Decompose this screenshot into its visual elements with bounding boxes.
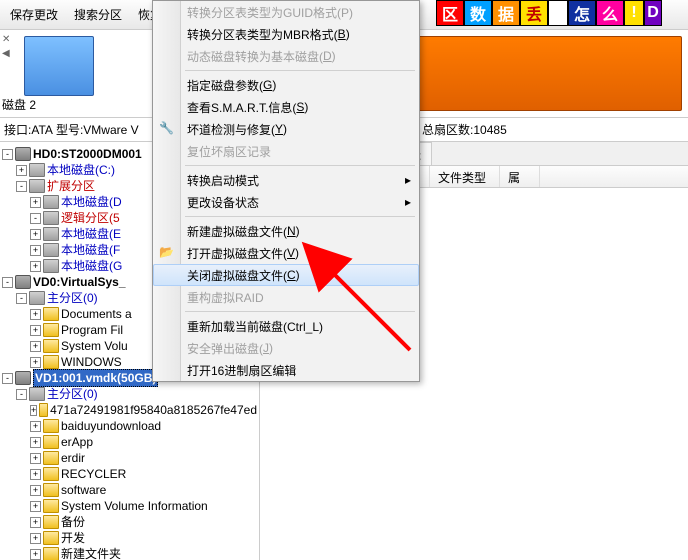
cb-6: 么 (596, 0, 624, 26)
tree-backup[interactable]: 备份 (61, 514, 85, 530)
folder-icon (39, 403, 48, 417)
hdd-icon (15, 275, 31, 289)
open-icon: 📂 (159, 245, 175, 261)
folder-icon (43, 419, 59, 433)
mi-guid: 转换分区表类型为GUID格式(P) (153, 1, 419, 23)
stat-total: 总扇区数:10485 (422, 121, 507, 138)
drive-icon (29, 291, 45, 305)
context-menu: 转换分区表类型为GUID格式(P) 转换分区表类型为MBR格式(B) 动态磁盘转… (152, 0, 420, 382)
tree-dev[interactable]: 开发 (61, 530, 85, 546)
mi-closevd[interactable]: 关闭虚拟磁盘文件(C) (153, 264, 419, 286)
folder-icon (43, 531, 59, 545)
cb-2: 据 (492, 0, 520, 26)
drive-icon (29, 387, 45, 401)
mi-mbr[interactable]: 转换分区表类型为MBR格式(B) (153, 23, 419, 45)
folder-icon (43, 483, 59, 497)
tree-baidu[interactable]: baiduyundownload (61, 418, 161, 434)
tree-vd0-main[interactable]: 主分区(0) (47, 290, 98, 306)
tree-docs[interactable]: Documents a (61, 306, 132, 322)
tree-recy[interactable]: RECYCLER (61, 466, 126, 482)
tree-vd1-main[interactable]: 主分区(0) (47, 386, 98, 402)
drive-icon (29, 179, 45, 193)
folder-icon (43, 467, 59, 481)
mi-params[interactable]: 指定磁盘参数(G) (153, 74, 419, 96)
mi-dyn2basic: 动态磁盘转换为基本磁盘(D) (153, 45, 419, 67)
folder-icon (43, 547, 59, 560)
tree-erdir[interactable]: erdir (61, 450, 85, 466)
tree-hd0-f[interactable]: 本地磁盘(F (61, 242, 120, 258)
hdd-icon (15, 371, 31, 385)
tree-prog[interactable]: Program Fil (61, 322, 123, 338)
cb-8: D (644, 0, 662, 26)
drive-icon (29, 163, 45, 177)
drive-icon (43, 227, 59, 241)
mi-rebuildraid: 重构虚拟RAID (153, 286, 419, 308)
cb-4 (548, 0, 568, 26)
cb-0: 区 (436, 0, 464, 26)
folder-icon (43, 451, 59, 465)
cb-7: ! (624, 0, 644, 26)
tree-hd0-ext[interactable]: 扩展分区 (47, 178, 95, 194)
tree-vd0[interactable]: VD0:VirtualSys_ (33, 274, 126, 290)
folder-icon (43, 323, 59, 337)
tree-sysv[interactable]: System Volu (61, 338, 128, 354)
tree-hd0-c[interactable]: 本地磁盘(C:) (47, 162, 115, 178)
submenu-arrow-icon: ▸ (405, 173, 411, 187)
folder-icon (43, 307, 59, 321)
folder-icon (43, 355, 59, 369)
color-strip: 区 数 据 丢 怎 么 ! D (436, 0, 662, 26)
mi-bootmode[interactable]: 转换启动模式▸ (153, 169, 419, 191)
tree-hd0-d[interactable]: 本地磁盘(D (61, 194, 122, 210)
col-attr[interactable]: 属 (500, 166, 540, 187)
folder-icon (43, 339, 59, 353)
cb-1: 数 (464, 0, 492, 26)
iface-prefix: 接口:ATA (4, 121, 53, 138)
disk-check-icon: 🔧 (159, 121, 175, 137)
tree-hd0[interactable]: HD0:ST2000DM001 (33, 146, 142, 162)
mi-newvd[interactable]: 新建虚拟磁盘文件(N) (153, 220, 419, 242)
disk-block[interactable] (24, 36, 94, 96)
tree-hash[interactable]: 471a72491981f95840a8185267fe47ed (50, 402, 257, 418)
mi-devstate[interactable]: 更改设备状态▸ (153, 191, 419, 213)
tree-newf[interactable]: 新建文件夹 (61, 546, 121, 560)
tree-erapp[interactable]: erApp (61, 434, 93, 450)
cb-3: 丢 (520, 0, 548, 26)
drive-icon (43, 211, 59, 225)
search-partition-button[interactable]: 搜索分区 (68, 4, 128, 25)
mi-eject: 安全弹出磁盘(J) (153, 337, 419, 359)
folder-icon (43, 499, 59, 513)
disk-label: 磁盘 2 (2, 96, 36, 113)
iface-model: 型号:VMware V (56, 121, 139, 138)
folder-icon (43, 515, 59, 529)
save-button[interactable]: 保存更改 (4, 4, 64, 25)
tree-svi[interactable]: System Volume Information (61, 498, 208, 514)
tree-win[interactable]: WINDOWS (61, 354, 122, 370)
hdd-icon (15, 147, 31, 161)
tree-hd0-e[interactable]: 本地磁盘(E (61, 226, 121, 242)
drive-icon (43, 259, 59, 273)
mi-smart[interactable]: 查看S.M.A.R.T.信息(S) (153, 96, 419, 118)
folder-icon (43, 435, 59, 449)
cb-5: 怎 (568, 0, 596, 26)
submenu-arrow-icon: ▸ (405, 195, 411, 209)
drive-icon (43, 243, 59, 257)
tree-vd1[interactable]: VD1:001.vmdk(50GB) (35, 371, 156, 385)
tree-soft[interactable]: software (61, 482, 106, 498)
drive-icon (43, 195, 59, 209)
tree-hd0-g[interactable]: 本地磁盘(G (61, 258, 122, 274)
mi-badtrack[interactable]: 🔧坏道检测与修复(Y) (153, 118, 419, 140)
mi-recloop: 复位坏扇区记录 (153, 140, 419, 162)
col-type[interactable]: 文件类型 (430, 166, 500, 187)
mi-hexedit[interactable]: 打开16进制扇区编辑 (153, 359, 419, 381)
mi-openvd[interactable]: 📂打开虚拟磁盘文件(V) (153, 242, 419, 264)
mi-reload[interactable]: 重新加载当前磁盘(Ctrl_L) (153, 315, 419, 337)
tree-hd0-logic[interactable]: 逻辑分区(5 (61, 210, 120, 226)
